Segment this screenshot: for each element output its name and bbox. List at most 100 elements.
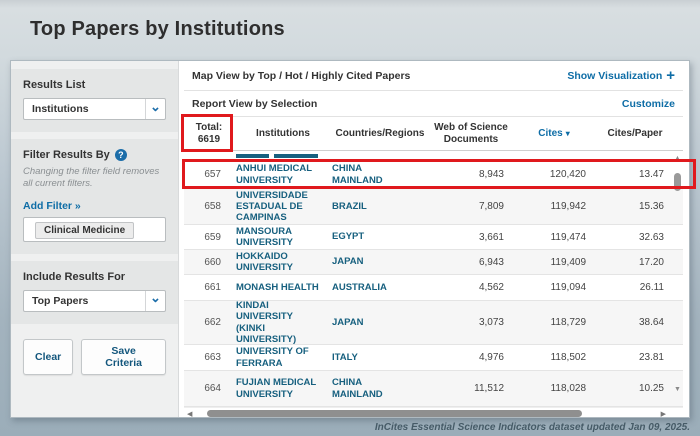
institution-link[interactable]: UNIVERSIDADE ESTADUAL DE CAMPINAS [236, 190, 322, 224]
include-results-section: Include Results For Top Papers ⌄ [11, 261, 178, 324]
country-link[interactable]: CHINA MAINLAND [332, 163, 396, 185]
docs-cell: 4,976 [428, 352, 514, 363]
page-background: Top Papers by Institutions Results List … [0, 0, 700, 436]
country-cell: JAPAN [332, 317, 428, 328]
docs-cell: 7,809 [428, 201, 514, 212]
table-row-657: 657 ANHUI MEDICAL UNIVERSITY CHINA MAINL… [184, 161, 683, 189]
docs-cell: 3,073 [428, 317, 514, 328]
institution-cell: UNIVERSIDADE ESTADUAL DE CAMPINAS [234, 190, 332, 224]
results-table: Total: 6619 Institutions Countries/Regio… [184, 117, 683, 407]
docs-cell: 4,562 [428, 282, 514, 293]
country-link[interactable]: AUSTRALIA [332, 282, 387, 293]
rank-cell: 660 [184, 257, 234, 268]
include-results-label: Include Results For [23, 271, 166, 283]
scroll-left-icon[interactable]: ◀ [184, 410, 195, 418]
country-link[interactable]: EGYPT [332, 231, 364, 242]
total-header-cell: Total: 6619 [184, 117, 234, 150]
cites-cell: 119,474 [514, 232, 594, 243]
sidebar-buttons: Clear Save Criteria [11, 331, 178, 383]
rank-cell: 664 [184, 383, 234, 394]
report-view-title: Report View by Selection [192, 98, 317, 110]
institution-link[interactable]: MANSOURA UNIVERSITY [236, 226, 322, 248]
report-view-bar: Report View by Selection Customize [184, 91, 683, 117]
clipped-text-fragment [236, 154, 269, 158]
sort-descending-icon: ▾ [566, 129, 570, 138]
country-cell: AUSTRALIA [332, 282, 428, 293]
include-results-select[interactable]: Top Papers ⌄ [23, 290, 166, 312]
cites-sort-header[interactable]: Cites ▾ [514, 117, 594, 150]
country-link[interactable]: CHINA MAINLAND [332, 377, 396, 399]
filter-label-row: Filter Results By ? [23, 149, 166, 161]
map-view-title: Map View by Top / Hot / Highly Cited Pap… [192, 70, 410, 82]
cites-per-paper-cell: 26.11 [594, 282, 676, 293]
cites-header-label: Cites [538, 128, 562, 140]
cites-per-paper-cell: 13.47 [594, 169, 676, 180]
table-row-658: 658 UNIVERSIDADE ESTADUAL DE CAMPINAS BR… [184, 189, 683, 225]
country-cell: BRAZIL [332, 201, 428, 212]
country-link[interactable]: JAPAN [332, 256, 364, 267]
docs-cell: 8,943 [428, 169, 514, 180]
content-card: Results List Institutions ⌄ Filter Resul… [10, 60, 690, 418]
cites-per-paper-cell: 17.20 [594, 257, 676, 268]
countries-header: Countries/Regions [332, 117, 428, 150]
country-cell: JAPAN [332, 256, 428, 267]
results-list-select[interactable]: Institutions ⌄ [23, 98, 166, 120]
filter-tag-clinical-medicine[interactable]: Clinical Medicine [35, 222, 134, 239]
rank-cell: 662 [184, 317, 234, 328]
country-link[interactable]: BRAZIL [332, 201, 367, 212]
show-visualization-label: Show Visualization [567, 70, 662, 82]
vertical-scrollbar[interactable]: ▲ ▼ [671, 153, 684, 395]
sidebar: Results List Institutions ⌄ Filter Resul… [11, 61, 179, 417]
country-cell: EGYPT [332, 231, 428, 242]
horizontal-scrollbar[interactable]: ◀ ▶ [184, 407, 683, 419]
country-link[interactable]: JAPAN [332, 317, 364, 328]
table-row-659: 659 MANSOURA UNIVERSITY EGYPT 3,661 119,… [184, 225, 683, 250]
cites-cell: 119,942 [514, 201, 594, 212]
table-row-663: 663 UNIVERSITY OF FERRARA ITALY 4,976 11… [184, 345, 683, 371]
country-link[interactable]: ITALY [332, 352, 358, 363]
table-row-664: 664 FUJIAN MEDICAL UNIVERSITY CHINA MAIN… [184, 371, 683, 407]
cites-cell: 118,502 [514, 352, 594, 363]
cites-per-paper-cell: 15.36 [594, 201, 676, 212]
cites-cell: 120,420 [514, 169, 594, 180]
rank-cell: 661 [184, 282, 234, 293]
institution-link[interactable]: UNIVERSITY OF FERRARA [236, 346, 322, 368]
include-results-value: Top Papers [32, 295, 88, 307]
scroll-up-icon[interactable]: ▲ [674, 155, 681, 162]
vertical-scroll-thumb[interactable] [674, 173, 681, 191]
rank-cell: 657 [184, 169, 234, 180]
cites-per-paper-cell: 23.81 [594, 352, 676, 363]
country-cell: CHINA MAINLAND [332, 377, 428, 399]
table-row-661: 661 MONASH HEALTH AUSTRALIA 4,562 119,09… [184, 275, 683, 301]
filter-input[interactable]: Clinical Medicine [23, 217, 166, 242]
institution-link[interactable]: MONASH HEALTH [236, 282, 319, 293]
institution-cell: KINDAI UNIVERSITY (KINKI UNIVERSITY) [234, 300, 332, 345]
customize-link[interactable]: Customize [622, 98, 675, 110]
cites-per-paper-cell: 38.64 [594, 317, 676, 328]
rank-cell: 659 [184, 232, 234, 243]
save-criteria-button[interactable]: Save Criteria [81, 339, 166, 375]
cites-per-paper-cell: 32.63 [594, 232, 676, 243]
results-list-label: Results List [23, 79, 166, 91]
show-visualization-link[interactable]: Show Visualization + [567, 70, 675, 82]
scroll-down-icon[interactable]: ▼ [674, 386, 681, 393]
cites-cell: 119,094 [514, 282, 594, 293]
institution-link[interactable]: KINDAI UNIVERSITY (KINKI UNIVERSITY) [236, 300, 322, 345]
chevron-down-icon: ⌄ [145, 99, 165, 119]
cites-per-paper-cell: 10.25 [594, 383, 676, 394]
institution-link[interactable]: ANHUI MEDICAL UNIVERSITY [236, 163, 322, 185]
country-cell: ITALY [332, 352, 428, 363]
institution-link[interactable]: FUJIAN MEDICAL UNIVERSITY [236, 377, 322, 399]
institution-link[interactable]: HOKKAIDO UNIVERSITY [236, 251, 322, 273]
scroll-right-icon[interactable]: ▶ [658, 410, 669, 418]
country-cell: CHINA MAINLAND [332, 163, 428, 185]
add-filter-link[interactable]: Add Filter » [23, 200, 81, 212]
total-value: 6619 [196, 134, 222, 146]
clipped-text-fragment [274, 154, 318, 158]
institution-cell: MONASH HEALTH [234, 282, 332, 293]
help-icon[interactable]: ? [115, 149, 127, 161]
cites-per-paper-header: Cites/Paper [594, 117, 676, 150]
filter-label: Filter Results By [23, 149, 110, 161]
clear-button[interactable]: Clear [23, 339, 73, 375]
horizontal-scroll-thumb[interactable] [207, 410, 582, 417]
